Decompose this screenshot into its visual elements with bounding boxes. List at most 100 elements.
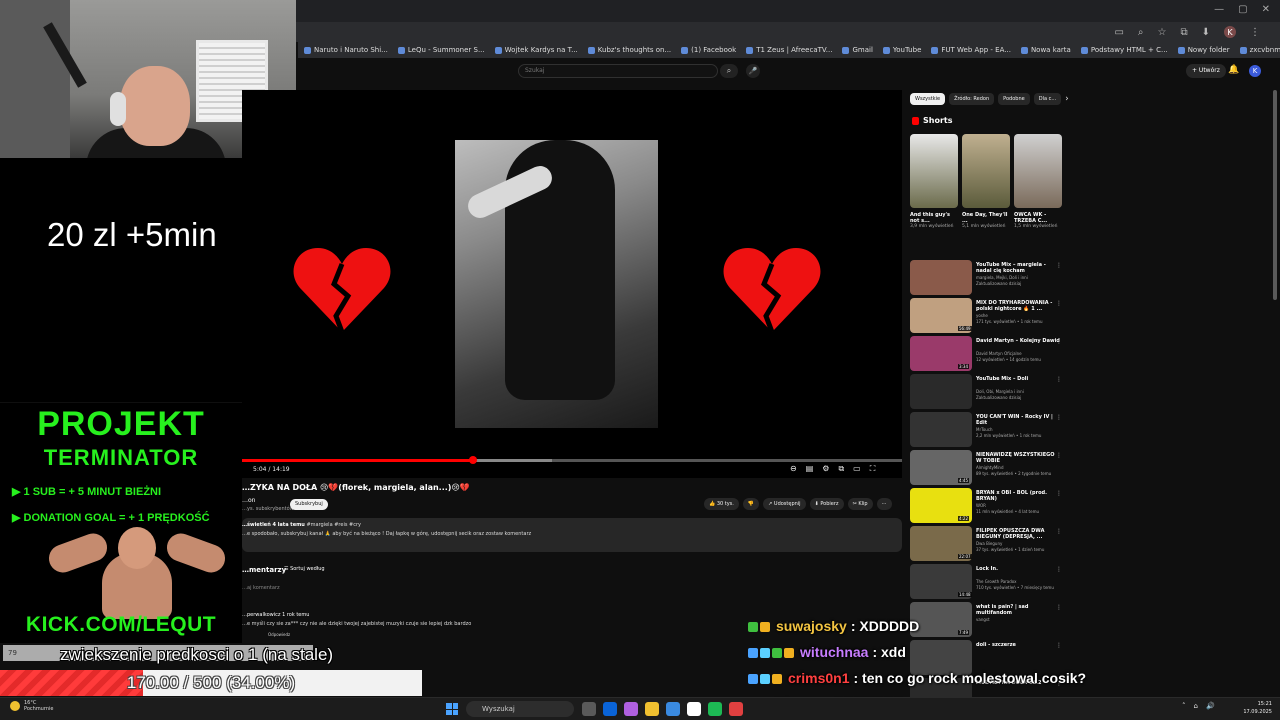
related-video-item[interactable]: 4:45 NIENAWIDZĘ WSZYSTKIEGO W TOBIE Almigh… [910, 450, 1070, 488]
short-card[interactable]: One Day, They'll ... 5,1 mln wyświetleń [962, 134, 1010, 230]
minimize-icon[interactable]: — [1214, 4, 1224, 15]
short-card[interactable]: OWCA WK - TRZEBA C... 1,5 mln wyświetleń [1014, 134, 1062, 230]
video-description[interactable]: …świetleń 4 lata temu #margiela #reis #c… [242, 518, 902, 552]
theater-mode-icon[interactable]: ▭ [853, 464, 861, 474]
star-icon[interactable]: ☆ [1158, 27, 1167, 38]
taskbar-app-icon[interactable] [729, 702, 743, 716]
windows-start-icon[interactable] [446, 703, 458, 715]
taskbar-app-icon[interactable] [666, 702, 680, 716]
comment-author[interactable]: …perwalkowicz 1 rok temu [242, 612, 309, 618]
more-options-icon[interactable]: ⋮ [1056, 338, 1062, 345]
more-options-icon[interactable]: ⋮ [1056, 604, 1062, 611]
description-tags[interactable]: #margiela #reis #cry [306, 522, 361, 528]
video-action-button[interactable]: ⬇ Pobierz [809, 498, 844, 510]
download-icon[interactable]: ⬇ [1202, 27, 1210, 38]
video-action-button[interactable]: ↗ Udostępnij [763, 498, 806, 510]
taskbar-app-icon[interactable] [708, 702, 722, 716]
add-comment-input[interactable]: …aj komentarz [242, 585, 280, 591]
video-progress-bar[interactable] [242, 456, 902, 464]
bookmark-item[interactable]: Wojtek Kardys na T... [494, 46, 578, 54]
bookmark-item[interactable]: Gmail [842, 46, 873, 54]
subtitles-icon[interactable]: ▤ [806, 464, 814, 474]
more-options-icon[interactable]: ⋮ [1056, 300, 1062, 307]
page-scrollbar[interactable] [1273, 90, 1277, 300]
related-video-thumbnail[interactable] [910, 412, 972, 447]
search-input[interactable]: Szukaj [518, 64, 718, 78]
sort-comments-button[interactable]: ☰ Sortuj według [284, 566, 325, 572]
taskbar-app-icon[interactable] [624, 702, 638, 716]
bookmark-item[interactable]: Podstawy HTML + C... [1080, 46, 1168, 54]
related-video-item[interactable]: 56:49 MIX DO TRYHARDOWANIA - polski night… [910, 298, 1070, 336]
taskbar-clock[interactable]: 15:21 17.09.2025 [1236, 700, 1272, 716]
chat-username[interactable]: suwajosky [776, 618, 847, 634]
chat-username[interactable]: wituchnaa [800, 644, 868, 660]
related-video-item[interactable]: 22:07 FILIPEK OPUSZCZA DWA BIEGUNY (DEPRE… [910, 526, 1070, 564]
related-video-item[interactable]: 4:22 BRYAN x OBI - BÓL (prod. BRYAN) WOR 11… [910, 488, 1070, 526]
progress-scrubber[interactable] [469, 456, 477, 464]
volume-icon[interactable]: 🔊 [1206, 702, 1215, 710]
bookmark-item[interactable]: Kubz's thoughts on... [587, 46, 671, 54]
autoplay-toggle-icon[interactable]: ⊖ [790, 464, 797, 474]
related-video-item[interactable]: 3:34 David Martyn – Kolejny Dawid David Ma… [910, 336, 1070, 374]
related-video-thumbnail[interactable] [910, 260, 972, 295]
bookmark-item[interactable]: YouTube [882, 46, 921, 54]
bookmark-item[interactable]: Naruto i Naruto Shi... [304, 46, 388, 54]
settings-gear-icon[interactable]: ⚙ [822, 464, 829, 474]
related-video-item[interactable]: YouTube Mix – Doli Doli, Obi, Margiela i … [910, 374, 1070, 412]
short-thumbnail[interactable] [1014, 134, 1062, 208]
taskbar-app-icon[interactable] [603, 702, 617, 716]
bookmark-item[interactable]: (1) Facebook [681, 46, 736, 54]
bookmark-item[interactable]: Nowy folder [1177, 46, 1230, 54]
bookmark-item[interactable]: LeQu - Summoner S... [397, 46, 485, 54]
bookmark-item[interactable]: Nowa karta [1020, 46, 1071, 54]
channel-name[interactable]: …on [242, 497, 255, 504]
more-options-icon[interactable]: ⋮ [1056, 376, 1062, 383]
youtube-avatar[interactable]: K [1249, 65, 1261, 77]
browser-profile-avatar[interactable]: K [1224, 26, 1236, 38]
filter-chip[interactable]: Dla c... [1033, 93, 1062, 105]
short-card[interactable]: And this guy's not s... 3,9 mln wyświetle… [910, 134, 958, 230]
related-video-thumbnail[interactable] [910, 374, 972, 409]
maximize-icon[interactable]: ▢ [1238, 4, 1247, 15]
taskbar-search-input[interactable]: Wyszukaj [466, 701, 574, 717]
weather-widget[interactable]: 16°C Pochmurnie [10, 700, 53, 712]
taskbar-app-icon[interactable] [645, 702, 659, 716]
extensions-icon[interactable]: ⧉ [1180, 27, 1187, 38]
cast-icon[interactable]: ▭ [1114, 27, 1123, 38]
related-video-item[interactable]: YOU CAN'T WIN - Rocky IV | Edit MrTouch 2,… [910, 412, 1070, 450]
taskbar-app-icon[interactable] [687, 702, 701, 716]
video-action-button[interactable]: ⋯ [876, 498, 892, 510]
filter-chip[interactable]: Źródło: Redon [949, 93, 995, 105]
chat-username[interactable]: crims0n1 [788, 670, 849, 686]
more-options-icon[interactable]: ⋮ [1056, 262, 1062, 269]
miniplayer-icon[interactable]: ⧉ [838, 464, 844, 474]
more-options-icon[interactable]: ⋮ [1056, 414, 1062, 421]
create-button[interactable]: + Utwórz [1186, 64, 1226, 78]
related-video-item[interactable]: YouTube Mix – margiela - nadal cię kocha… [910, 260, 1070, 298]
bookmark-item[interactable]: FUT Web App - EA... [931, 46, 1011, 54]
short-thumbnail[interactable] [962, 134, 1010, 208]
more-options-icon[interactable]: ⋮ [1056, 528, 1062, 535]
zoom-icon[interactable]: ⌕ [1138, 27, 1144, 38]
close-icon[interactable]: ✕ [1262, 4, 1270, 15]
bookmark-item[interactable]: T1 Zeus | AfreecaTV... [746, 46, 832, 54]
fullscreen-icon[interactable]: ⛶ [870, 464, 876, 474]
comment-reply-button[interactable]: Odpowiedz [268, 632, 290, 637]
subscribe-button[interactable]: Subskrybuj [290, 499, 328, 510]
related-video-item[interactable]: 14:48 Lock In. The Growth Paradox 710 tys. … [910, 564, 1070, 602]
video-action-button[interactable]: 👎 [742, 498, 760, 510]
microphone-icon[interactable]: 🎤 [746, 64, 760, 78]
short-thumbnail[interactable] [910, 134, 958, 208]
tray-chevron-icon[interactable]: ˄ [1182, 702, 1186, 710]
more-options-icon[interactable]: ⋮ [1056, 490, 1062, 497]
video-action-button[interactable]: 👍 30 tys. [704, 498, 739, 510]
more-options-icon[interactable]: ⋮ [1056, 452, 1062, 459]
filter-chip[interactable]: Podobne [998, 93, 1030, 105]
search-icon[interactable]: ⌕ [720, 64, 738, 78]
filter-chip[interactable]: Wszystkie [910, 93, 946, 105]
network-icon[interactable]: ⌂ [1194, 702, 1198, 710]
bookmark-item[interactable]: zxcvbnmghjkl - Sum... [1239, 46, 1280, 54]
chevron-right-icon[interactable]: › [1065, 93, 1069, 105]
taskbar-app-icon[interactable] [582, 702, 596, 716]
notifications-bell-icon[interactable]: 🔔 [1228, 65, 1239, 75]
